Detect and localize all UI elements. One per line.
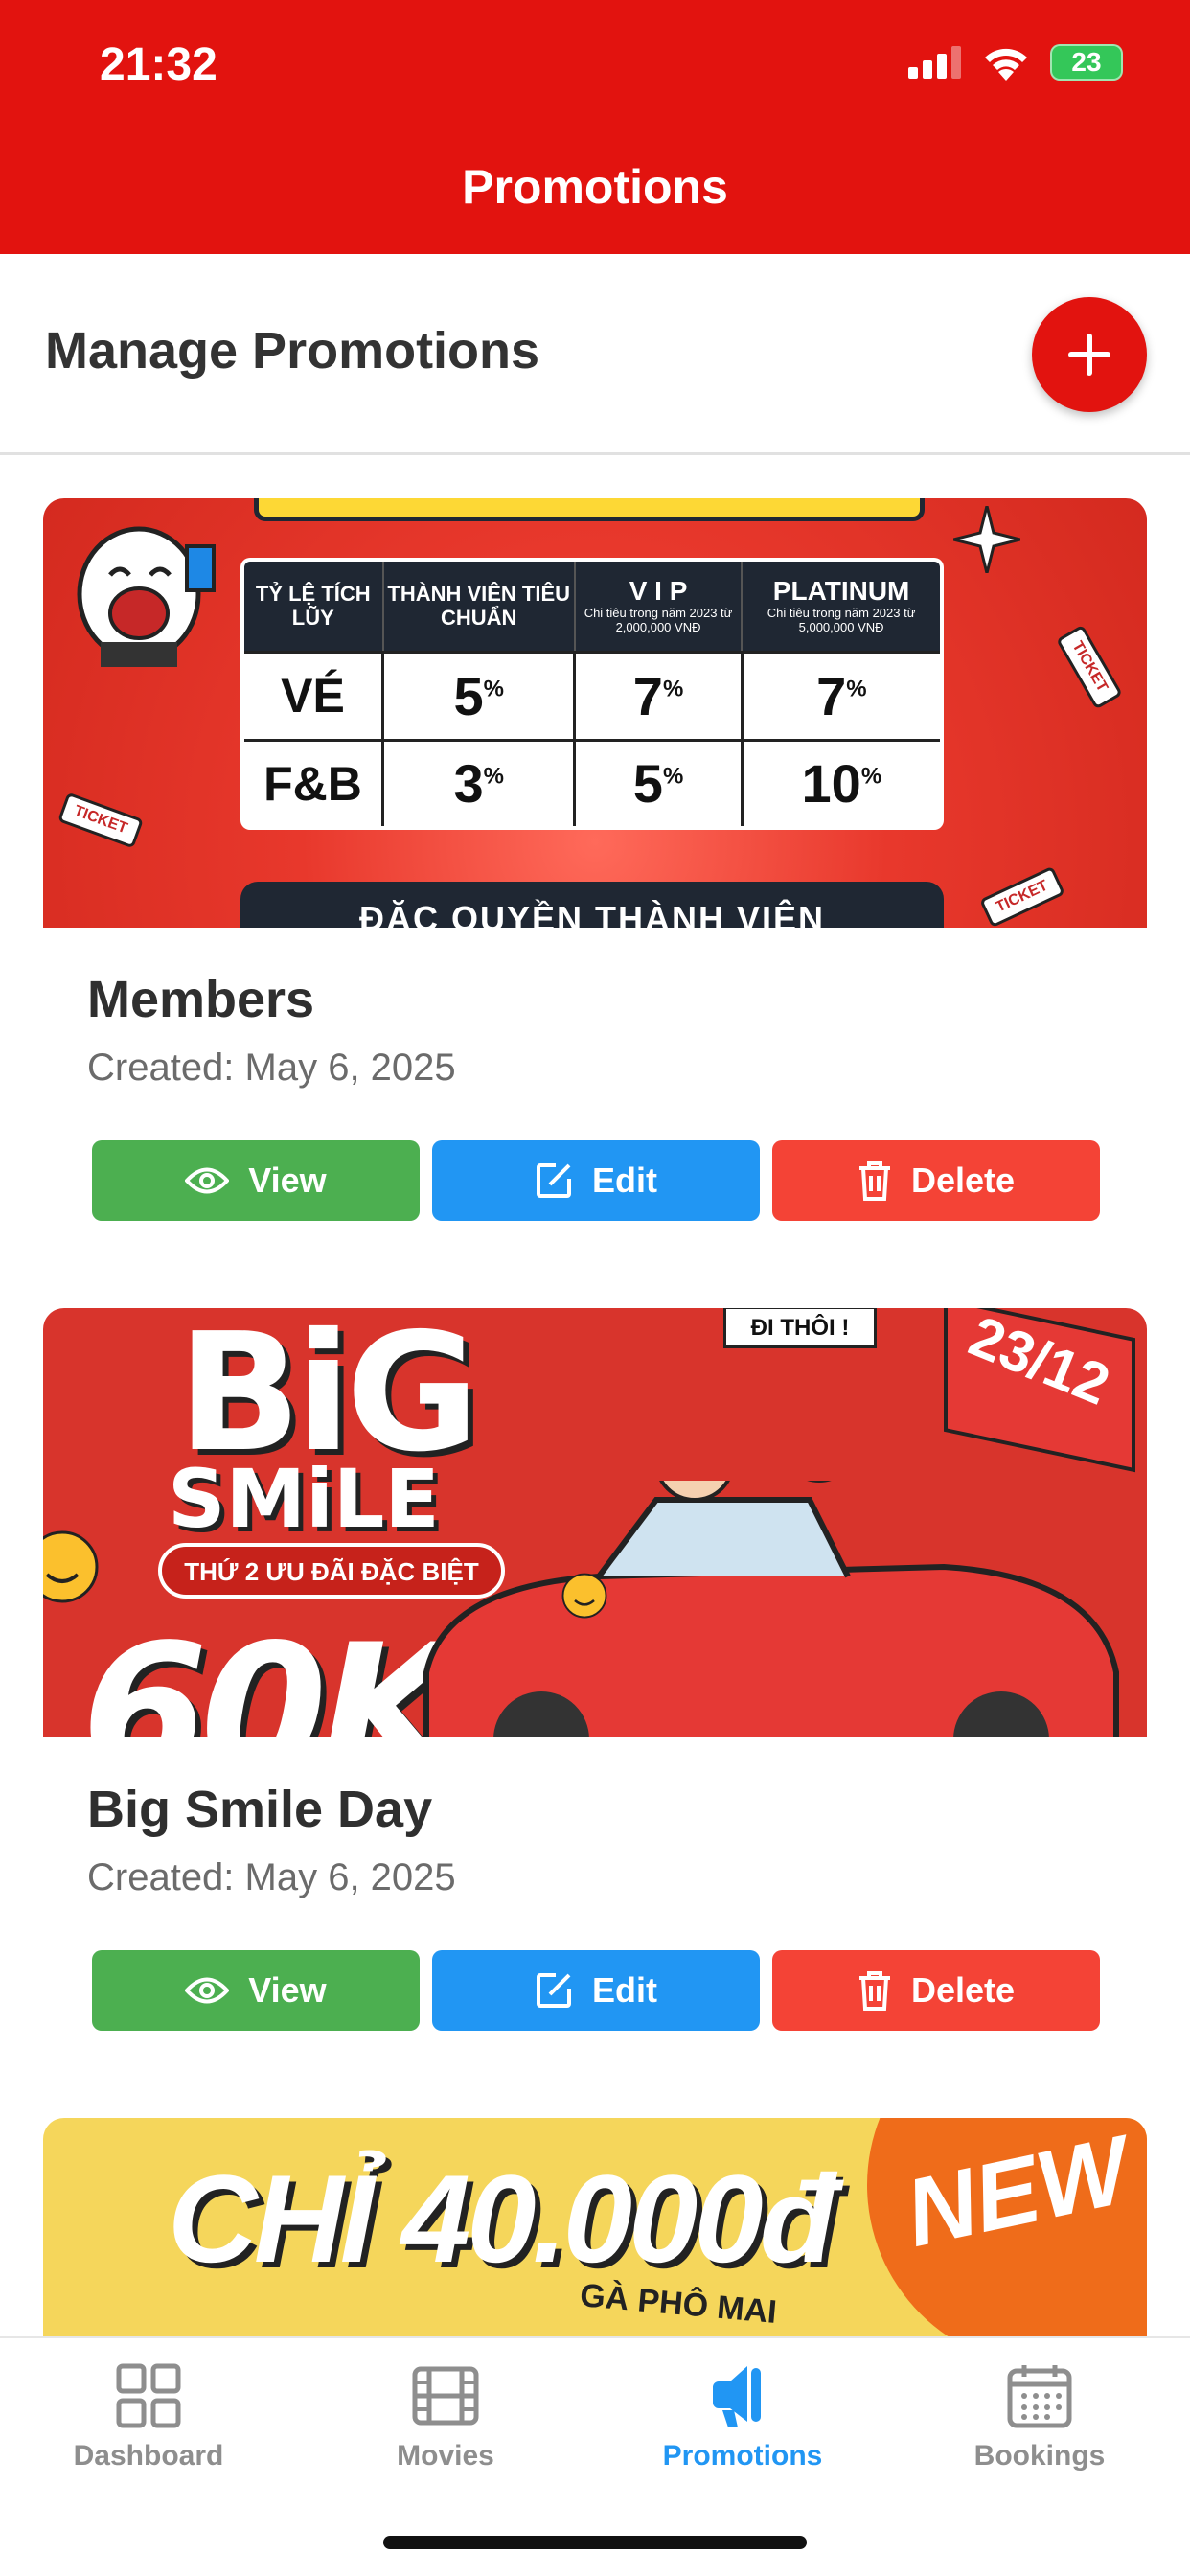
view-label: View <box>248 1970 327 2010</box>
edit-icon <box>537 1163 571 1198</box>
rate-header: V I P Chi tiêu trong năm 2023 từ 2,000,00… <box>574 562 744 652</box>
banner-price: 60K <box>81 1605 461 1737</box>
status-icons: 23 <box>908 42 1123 82</box>
manage-bar: Manage Promotions <box>0 254 1190 455</box>
trash-icon <box>858 1971 890 2011</box>
calendar-icon <box>1007 2365 1072 2428</box>
promotion-card-third: NEW CHỈ 40.000đ GÀ PHÔ MAI <box>43 2118 1147 2336</box>
banner-sign: ĐI THÔI ! <box>723 1308 877 1348</box>
edit-label: Edit <box>592 1161 657 1200</box>
banner-ribbon: ĐẶC QUYỀN THÀNH VIÊN <box>240 882 944 928</box>
status-time: 21:32 <box>100 39 217 90</box>
card-actions: View Edit Delete <box>92 1140 1100 1221</box>
nav-item-bookings[interactable]: Bookings <box>891 2358 1188 2472</box>
nav-label: Bookings <box>973 2440 1106 2472</box>
home-indicator <box>383 2536 807 2549</box>
rate-cell: 5% <box>573 738 744 826</box>
delete-label: Delete <box>910 1161 1016 1200</box>
banner-word: SMiLE <box>168 1452 440 1546</box>
nav-item-dashboard[interactable]: Dashboard <box>0 2358 297 2472</box>
eye-icon <box>185 1977 230 2004</box>
wifi-icon <box>985 48 1027 80</box>
rate-table: TỶ LỆ TÍCH LŨY THÀNH VIÊN TIÊU CHUẨN V I… <box>240 558 944 830</box>
rate-cell: F&B <box>244 738 385 826</box>
rate-header: THÀNH VIÊN TIÊU CHUẨN <box>382 562 576 652</box>
edit-button[interactable]: Edit <box>432 1140 760 1221</box>
promotion-banner: NEW CHỈ 40.000đ GÀ PHÔ MAI <box>43 2118 1147 2336</box>
plus-icon <box>1068 334 1110 376</box>
rate-header: PLATINUM Chi tiêu trong năm 2023 từ 5,000… <box>742 562 940 652</box>
rate-cell: 5% <box>381 650 577 742</box>
rate-cell: 7% <box>740 650 940 742</box>
nav-label: Promotions <box>662 2440 823 2472</box>
ticket-decoration: TICKET <box>1056 624 1123 710</box>
car-illustration <box>423 1481 1119 1737</box>
nav-label: Movies <box>397 2440 494 2472</box>
rate-cell: 7% <box>573 650 744 742</box>
emoji-icon <box>561 1573 607 1619</box>
eye-icon <box>185 1167 230 1194</box>
promotion-title: Big Smile Day <box>87 1781 433 1838</box>
promotion-date: Created: May 6, 2025 <box>87 1856 456 1898</box>
delete-button[interactable]: Delete <box>772 1950 1100 2031</box>
add-promotion-button[interactable] <box>1032 297 1147 412</box>
cellular-signal-icon <box>908 46 961 79</box>
promotion-banner: BiG SMiLE THỨ 2 ƯU ĐÃI ĐẶC BIỆT 60K ĐI T… <box>43 1308 1147 1737</box>
mascot-icon <box>77 526 216 667</box>
dashboard-icon <box>116 2363 181 2428</box>
banner-decoration <box>254 498 925 521</box>
view-label: View <box>248 1161 327 1200</box>
edit-button[interactable]: Edit <box>432 1950 760 2031</box>
film-icon <box>412 2366 479 2426</box>
promotion-list[interactable]: TỶ LỆ TÍCH LŨY THÀNH VIÊN TIÊU CHUẨN V I… <box>0 458 1190 2336</box>
rate-header: TỶ LỆ TÍCH LŨY <box>244 562 384 652</box>
delete-button[interactable]: Delete <box>772 1140 1100 1221</box>
nav-label: Dashboard <box>73 2440 224 2472</box>
ticket-decoration: TICKET <box>57 792 144 849</box>
banner-price: CHỈ 40.000đ <box>168 2149 835 2288</box>
trash-icon <box>858 1162 890 1201</box>
edit-icon <box>537 1973 571 2008</box>
promotion-banner: TỶ LỆ TÍCH LŨY THÀNH VIÊN TIÊU CHUẨN V I… <box>43 498 1147 928</box>
sparkle-icon <box>953 506 1020 573</box>
card-actions: View Edit Delete <box>92 1950 1100 2031</box>
rate-cell: 10% <box>740 738 940 826</box>
rate-cell: VÉ <box>244 650 385 742</box>
promotion-card-big-smile-day: BiG SMiLE THỨ 2 ƯU ĐÃI ĐẶC BIỆT 60K ĐI T… <box>43 1308 1147 2031</box>
manage-title: Manage Promotions <box>45 322 540 380</box>
app-header: 21:32 23 Promotions <box>0 0 1190 254</box>
page-title: Promotions <box>462 160 728 214</box>
nav-item-promotions[interactable]: Promotions <box>594 2358 891 2472</box>
promotion-card-members: TỶ LỆ TÍCH LŨY THÀNH VIÊN TIÊU CHUẨN V I… <box>43 498 1147 1221</box>
nav-item-movies[interactable]: Movies <box>297 2358 594 2472</box>
edit-label: Edit <box>592 1970 657 2010</box>
megaphone-icon <box>713 2366 761 2427</box>
promotion-title: Members <box>87 971 315 1028</box>
view-button[interactable]: View <box>92 1140 420 1221</box>
promotion-date: Created: May 6, 2025 <box>87 1046 456 1089</box>
battery-icon: 23 <box>1050 44 1123 80</box>
emoji-icon <box>43 1530 99 1603</box>
view-button[interactable]: View <box>92 1950 420 2031</box>
delete-label: Delete <box>910 1970 1016 2010</box>
rate-cell: 3% <box>381 738 577 826</box>
ticket-decoration: TICKET <box>979 865 1065 928</box>
